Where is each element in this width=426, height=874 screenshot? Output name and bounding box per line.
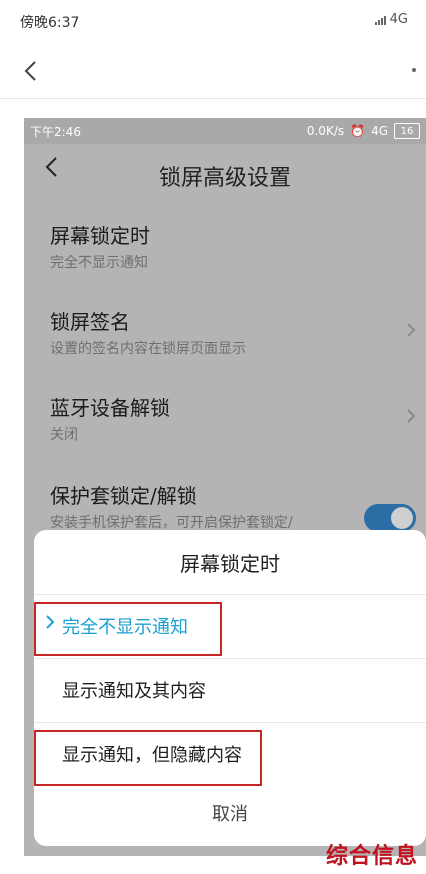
setting-bluetooth-unlock[interactable]: 蓝牙设备解锁 关闭 xyxy=(24,390,426,452)
alarm-icon: ⏰ xyxy=(350,124,366,138)
bottom-sheet: 屏幕锁定时 完全不显示通知 显示通知及其内容 显示通知，但隐藏内容 取消 xyxy=(34,530,426,846)
setting-title: 屏幕锁定时 xyxy=(50,224,150,248)
outer-status-time: 傍晚6:37 xyxy=(20,15,80,31)
watermark-text: 综合信息 xyxy=(325,844,418,869)
battery-icon: 16 xyxy=(394,123,420,139)
setting-title: 保护套锁定/解锁 xyxy=(50,484,197,508)
outer-status-right: 4G xyxy=(374,12,408,27)
more-dot-icon[interactable] xyxy=(412,68,416,72)
setting-lock-signature[interactable]: 锁屏签名 设置的签名内容在锁屏页面显示 xyxy=(24,304,426,366)
back-icon[interactable] xyxy=(16,56,44,86)
chevron-right-icon xyxy=(406,408,416,429)
option-label: 显示通知及其内容 xyxy=(62,681,206,702)
cancel-button[interactable]: 取消 xyxy=(34,800,426,826)
setting-subtitle: 设置的签名内容在锁屏页面显示 xyxy=(50,341,246,357)
outer-status-bar: 傍晚6:37 4G xyxy=(0,0,426,46)
battery-level: 16 xyxy=(400,125,414,137)
setting-subtitle: 完全不显示通知 xyxy=(50,255,148,271)
annotation-box-option-3 xyxy=(34,730,262,786)
annotation-box-option-1 xyxy=(34,602,222,656)
outer-network: 4G xyxy=(389,12,408,27)
setting-subtitle: 安装手机保护套后，可开启保护套锁定/ xyxy=(50,515,293,531)
inner-speed: 0.0K/s xyxy=(306,124,345,138)
setting-title: 蓝牙设备解锁 xyxy=(50,396,170,420)
setting-title: 锁屏签名 xyxy=(50,310,130,334)
chevron-right-icon xyxy=(406,322,416,343)
signal-icon xyxy=(374,15,386,25)
outer-nav-bar xyxy=(0,46,426,99)
setting-subtitle: 关闭 xyxy=(50,427,78,443)
case-lock-toggle[interactable] xyxy=(364,504,416,532)
sheet-title: 屏幕锁定时 xyxy=(180,552,280,576)
inner-network: 4G xyxy=(371,124,388,138)
option-show-all[interactable]: 显示通知及其内容 xyxy=(34,658,426,723)
inner-status-bar: 下午2:46 0.0K/s ⏰ 4G 16 xyxy=(24,118,426,144)
setting-screen-lock[interactable]: 屏幕锁定时 完全不显示通知 xyxy=(24,218,426,280)
inner-page-title: 锁屏高级设置 xyxy=(158,166,291,191)
inner-status-right: 0.0K/s ⏰ 4G 16 xyxy=(307,123,420,139)
toggle-knob xyxy=(391,507,413,529)
inner-header: 锁屏高级设置 xyxy=(24,144,426,204)
inner-status-time: 下午2:46 xyxy=(30,125,81,139)
